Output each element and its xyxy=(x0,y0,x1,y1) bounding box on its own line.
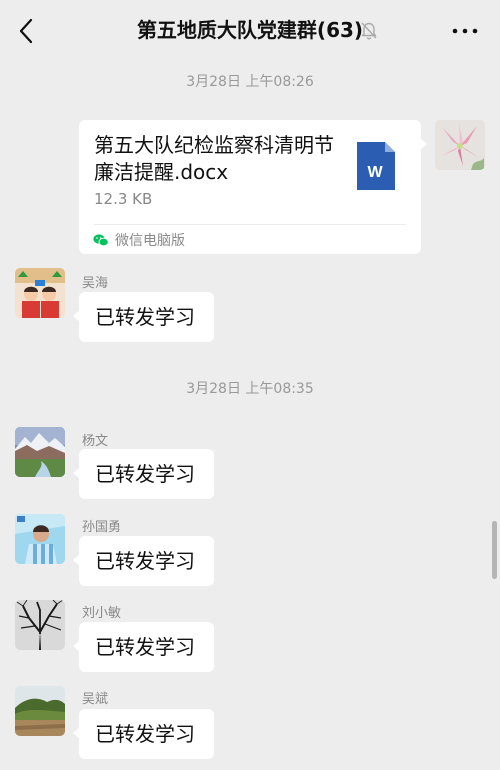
avatar-sender[interactable] xyxy=(15,268,65,318)
word-document-icon: W xyxy=(357,142,395,190)
avatar-sender[interactable] xyxy=(15,600,65,650)
file-source: 微信电脑版 xyxy=(115,233,185,249)
chevron-left-icon xyxy=(19,18,33,44)
title-wrap: 第五地质大队党建群(63) xyxy=(0,0,500,62)
avatar-sender[interactable] xyxy=(15,686,65,736)
message-text: 已转发学习 xyxy=(95,722,195,746)
sender-name: 孙国勇 xyxy=(82,520,122,535)
message-bubble[interactable]: 已转发学习 xyxy=(73,292,214,342)
sender-name: 吴海 xyxy=(82,276,109,291)
timestamp: 3月28日 上午08:35 xyxy=(186,381,314,397)
file-message-card[interactable]: 第五大队纪检监察科清明节廉洁提醒.docx 12.3 KB W 微信电脑版 xyxy=(79,120,427,254)
my-avatar[interactable] xyxy=(435,120,485,170)
file-name: 第五大队纪检监察科清明节廉洁提醒.docx xyxy=(94,133,334,184)
message-bubble[interactable]: 已转发学习 xyxy=(73,449,214,499)
message-bubble[interactable]: 已转发学习 xyxy=(73,622,214,672)
message-text: 已转发学习 xyxy=(95,305,195,329)
message-text: 已转发学习 xyxy=(95,635,195,659)
file-size: 12.3 KB xyxy=(94,190,153,208)
sender-name: 刘小敏 xyxy=(82,606,122,621)
timestamp: 3月28日 上午08:26 xyxy=(186,74,314,90)
sender-name: 吴斌 xyxy=(82,692,109,707)
back-button[interactable] xyxy=(8,12,46,50)
bell-off-icon xyxy=(358,19,380,41)
message-bubble[interactable]: 已转发学习 xyxy=(73,536,214,586)
message-text: 已转发学习 xyxy=(95,549,195,573)
chat-title: 第五地质大队党建群(63) xyxy=(136,18,364,42)
message-text: 已转发学习 xyxy=(95,462,195,486)
card-divider xyxy=(94,224,406,225)
scrollbar-thumb[interactable] xyxy=(492,521,497,579)
more-dots-icon xyxy=(452,28,478,34)
wechat-icon xyxy=(93,232,109,247)
avatar-sender[interactable] xyxy=(15,427,65,477)
message-bubble[interactable]: 已转发学习 xyxy=(73,709,214,759)
svg-text:W: W xyxy=(367,164,383,181)
chat-screen: 第五地质大队党建群(63) 3月28日 上午08:26 第五大队纪检监察科清明节 xyxy=(0,0,500,770)
sender-name: 杨文 xyxy=(82,434,109,449)
avatar-sender[interactable] xyxy=(15,514,65,564)
more-button[interactable] xyxy=(444,14,486,48)
chat-header: 第五地质大队党建群(63) xyxy=(0,0,500,62)
